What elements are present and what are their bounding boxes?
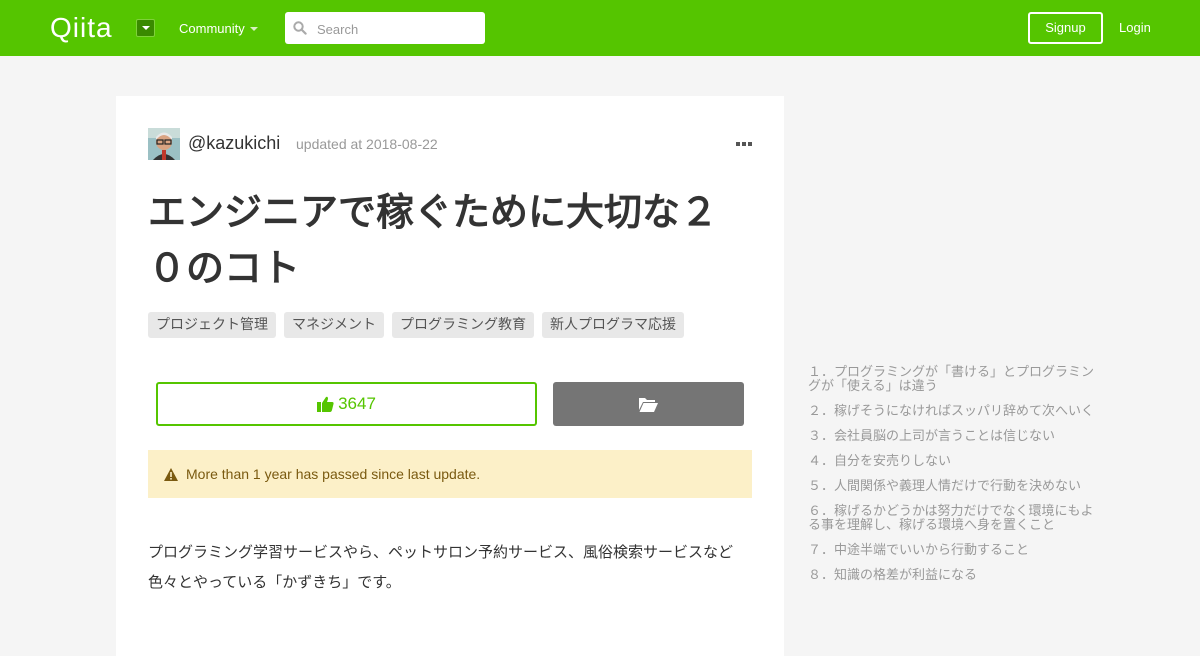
more-options-icon[interactable]: [736, 141, 752, 147]
toc-item[interactable]: ２．稼げそうになければスッパリ辞めて次へいく: [808, 405, 1094, 419]
tag-item[interactable]: プロジェクト管理: [148, 312, 276, 338]
tag-item[interactable]: 新人プログラマ応援: [542, 312, 684, 338]
global-header: Qiita Community Signup Login: [0, 0, 1200, 56]
article-title: エンジニアで稼ぐために大切な２０のコト: [148, 190, 719, 290]
folder-open-icon: [639, 397, 658, 412]
toc-item[interactable]: ７．中途半端でいいから行動すること: [808, 544, 1094, 558]
chevron-down-icon[interactable]: [250, 27, 258, 31]
article-card: @kazukichi updated at 2018-08-22 エンジニアで稼…: [116, 96, 784, 656]
updated-date: updated at 2018-08-22: [296, 136, 438, 152]
search-box[interactable]: [285, 12, 485, 44]
outdated-alert: More than 1 year has passed since last u…: [148, 450, 752, 498]
qiita-logo[interactable]: Qiita: [50, 12, 113, 44]
search-input[interactable]: [315, 18, 479, 40]
tag-item[interactable]: マネジメント: [284, 312, 384, 338]
toc-item[interactable]: ３．会社員脳の上司が言うことは信じない: [808, 430, 1094, 444]
like-count: 3647: [338, 394, 376, 413]
login-link[interactable]: Login: [1119, 20, 1151, 35]
alert-text: More than 1 year has passed since last u…: [186, 466, 481, 482]
table-of-contents: １．プログラミングが「書ける」とプログラミングが「使える」は違う ２．稼げそうに…: [808, 366, 1094, 594]
community-menu[interactable]: Community: [179, 21, 245, 36]
signup-button[interactable]: Signup: [1028, 12, 1103, 44]
avatar[interactable]: [148, 128, 180, 160]
article-body-paragraph: プログラミング学習サービスやら、ペットサロン予約サービス、風俗検索サービスなど色…: [148, 543, 734, 591]
stock-button[interactable]: [553, 382, 744, 426]
thumbs-up-icon: [317, 396, 334, 412]
toc-item[interactable]: ５．人間関係や義理人情だけで行動を決めない: [808, 480, 1094, 494]
toc-item[interactable]: ６．稼げるかどうかは努力だけでなく環境にもよる事を理解し、稼げる環境へ身を置くこ…: [808, 505, 1094, 533]
toc-item[interactable]: ８．知識の格差が利益になる: [808, 569, 1094, 583]
logo-dropdown-caret-icon[interactable]: [136, 19, 155, 37]
author-name[interactable]: @kazukichi: [188, 133, 280, 154]
search-icon: [293, 21, 307, 35]
toc-item[interactable]: １．プログラミングが「書ける」とプログラミングが「使える」は違う: [808, 366, 1094, 394]
tag-list: プロジェクト管理 マネジメント プログラミング教育 新人プログラマ応援: [148, 312, 684, 338]
tag-item[interactable]: プログラミング教育: [392, 312, 534, 338]
toc-item[interactable]: ４．自分を安売りしない: [808, 455, 1094, 469]
like-button[interactable]: 3647: [156, 382, 537, 426]
warning-icon: [164, 467, 178, 481]
avatar-image: [148, 128, 180, 160]
